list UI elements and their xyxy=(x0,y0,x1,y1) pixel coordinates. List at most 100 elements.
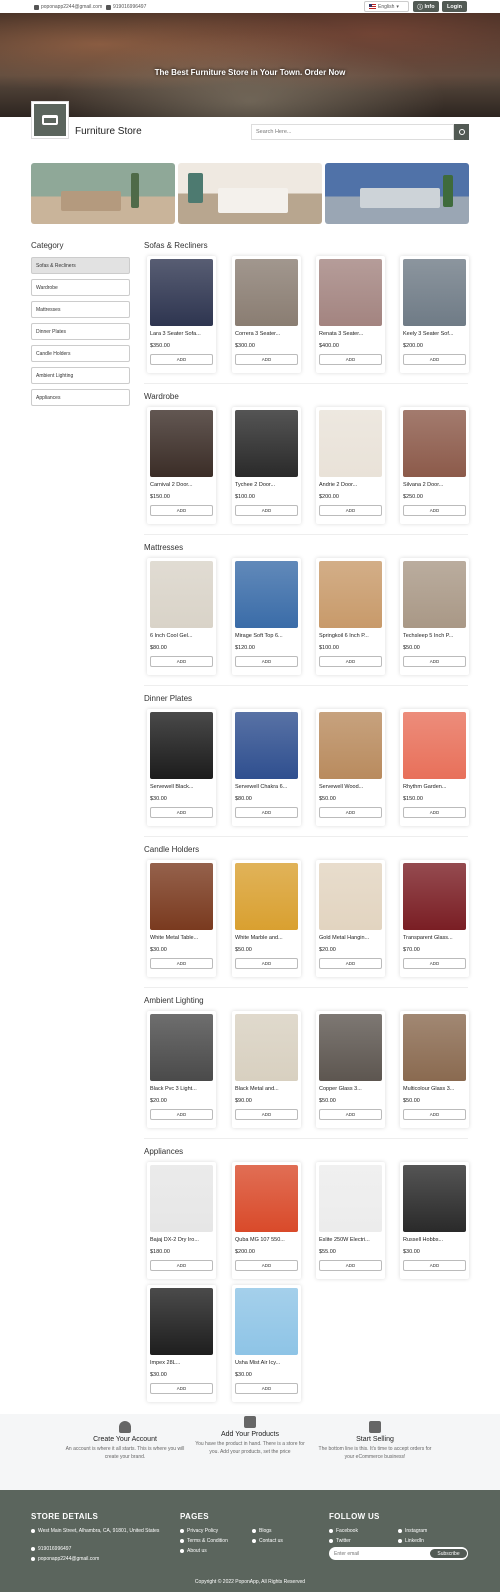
product-image[interactable] xyxy=(403,259,466,326)
product-name[interactable]: White Marble and... xyxy=(235,935,299,941)
product-card[interactable]: Eslite 250W Electri... $55.00 ADD xyxy=(316,1162,385,1279)
add-to-cart-button[interactable]: ADD xyxy=(150,656,213,667)
footer-link-privacy[interactable]: Privacy Policy xyxy=(180,1528,218,1534)
product-name[interactable]: Springkoil 6 Inch P... xyxy=(319,633,383,639)
product-name[interactable]: Eslite 250W Electri... xyxy=(319,1237,383,1243)
info-button[interactable]: ⓘ Info xyxy=(413,1,439,12)
sidebar-item-dinner-plates[interactable]: Dinner Plates xyxy=(31,323,130,340)
add-to-cart-button[interactable]: ADD xyxy=(403,354,466,365)
facebook-link[interactable]: Facebook xyxy=(329,1528,358,1534)
product-card[interactable]: Mirage Soft Top 6... $120.00 ADD xyxy=(232,558,301,675)
product-card[interactable]: Carnival 2 Door... $150.00 ADD xyxy=(147,407,216,524)
product-image[interactable] xyxy=(235,1288,298,1355)
product-image[interactable] xyxy=(403,1165,466,1232)
search-input[interactable]: Search Here... xyxy=(251,124,454,140)
login-button[interactable]: Login xyxy=(442,1,467,12)
product-card[interactable]: White Metal Table... $30.00 ADD xyxy=(147,860,216,977)
add-to-cart-button[interactable]: ADD xyxy=(150,1109,213,1120)
product-image[interactable] xyxy=(403,410,466,477)
product-name[interactable]: Transparent Glass... xyxy=(403,935,467,941)
promo-banner-2[interactable] xyxy=(178,163,322,224)
product-image[interactable] xyxy=(403,561,466,628)
sidebar-item-sofas-recliners[interactable]: Sofas & Recliners xyxy=(31,257,130,274)
product-card[interactable]: Tychee 2 Door... $100.00 ADD xyxy=(232,407,301,524)
product-image[interactable] xyxy=(150,1014,213,1081)
product-image[interactable] xyxy=(150,1288,213,1355)
product-card[interactable]: Andrie 2 Door... $200.00 ADD xyxy=(316,407,385,524)
footer-phone[interactable]: 919016996497 xyxy=(31,1546,71,1552)
linkedin-link[interactable]: LinkedIn xyxy=(398,1538,424,1544)
product-name[interactable]: Mirage Soft Top 6... xyxy=(235,633,299,639)
search-button[interactable] xyxy=(454,124,469,140)
product-card[interactable]: Techsleep 5 Inch P... $50.00 ADD xyxy=(400,558,469,675)
product-image[interactable] xyxy=(235,712,298,779)
product-card[interactable]: 6 Inch Cool Gel... $80.00 ADD xyxy=(147,558,216,675)
sidebar-item-candle-holders[interactable]: Candle Holders xyxy=(31,345,130,362)
product-name[interactable]: Black Pvc 3 Light... xyxy=(150,1086,214,1092)
product-card[interactable]: Servewell Chakra 6... $80.00 ADD xyxy=(232,709,301,826)
product-image[interactable] xyxy=(235,1014,298,1081)
add-to-cart-button[interactable]: ADD xyxy=(235,656,298,667)
product-image[interactable] xyxy=(150,712,213,779)
footer-link-terms[interactable]: Terms & Condition xyxy=(180,1538,228,1544)
product-card[interactable]: Copper Glass 3... $50.00 ADD xyxy=(316,1011,385,1128)
store-logo[interactable] xyxy=(31,101,69,139)
product-image[interactable] xyxy=(319,712,382,779)
product-name[interactable]: Techsleep 5 Inch P... xyxy=(403,633,467,639)
product-card[interactable]: Keely 3 Seater Sof... $200.00 ADD xyxy=(400,256,469,373)
add-to-cart-button[interactable]: ADD xyxy=(235,505,298,516)
footer-link-contact[interactable]: Contact us xyxy=(252,1538,283,1544)
product-name[interactable]: White Metal Table... xyxy=(150,935,214,941)
product-image[interactable] xyxy=(319,410,382,477)
add-to-cart-button[interactable]: ADD xyxy=(235,1109,298,1120)
promo-banner-1[interactable] xyxy=(31,163,175,224)
twitter-link[interactable]: Twitter xyxy=(329,1538,351,1544)
contact-email[interactable]: poponapp2244@gmail.com xyxy=(34,4,102,10)
sidebar-item-ambient-lighting[interactable]: Ambient Lighting xyxy=(31,367,130,384)
add-to-cart-button[interactable]: ADD xyxy=(235,958,298,969)
product-name[interactable]: Gold Metal Hangin... xyxy=(319,935,383,941)
product-name[interactable]: Quba MG 107 550... xyxy=(235,1237,299,1243)
instagram-link[interactable]: Instagram xyxy=(398,1528,427,1534)
product-name[interactable]: Russell Hobbs... xyxy=(403,1237,467,1243)
add-to-cart-button[interactable]: ADD xyxy=(319,807,382,818)
footer-link-about[interactable]: About us xyxy=(180,1548,207,1554)
add-to-cart-button[interactable]: ADD xyxy=(319,1260,382,1271)
product-card[interactable]: Black Metal and... $90.00 ADD xyxy=(232,1011,301,1128)
add-to-cart-button[interactable]: ADD xyxy=(319,656,382,667)
product-name[interactable]: Correra 3 Seater... xyxy=(235,331,299,337)
product-image[interactable] xyxy=(403,712,466,779)
product-card[interactable]: Servewell Black... $30.00 ADD xyxy=(147,709,216,826)
product-card[interactable]: Quba MG 107 550... $200.00 ADD xyxy=(232,1162,301,1279)
add-to-cart-button[interactable]: ADD xyxy=(319,1109,382,1120)
add-to-cart-button[interactable]: ADD xyxy=(403,505,466,516)
product-image[interactable] xyxy=(235,1165,298,1232)
footer-email[interactable]: poponapp2244@gmail.com xyxy=(31,1556,99,1562)
product-name[interactable]: Renata 3 Seater... xyxy=(319,331,383,337)
add-to-cart-button[interactable]: ADD xyxy=(403,1260,466,1271)
product-image[interactable] xyxy=(403,863,466,930)
product-image[interactable] xyxy=(319,863,382,930)
product-card[interactable]: Bajaj DX-2 Dry Iro... $180.00 ADD xyxy=(147,1162,216,1279)
sidebar-item-mattresses[interactable]: Mattresses xyxy=(31,301,130,318)
add-to-cart-button[interactable]: ADD xyxy=(403,958,466,969)
product-image[interactable] xyxy=(403,1014,466,1081)
add-to-cart-button[interactable]: ADD xyxy=(150,1260,213,1271)
product-image[interactable] xyxy=(235,410,298,477)
add-to-cart-button[interactable]: ADD xyxy=(319,505,382,516)
contact-phone[interactable]: 919016996497 xyxy=(106,4,146,10)
product-image[interactable] xyxy=(235,863,298,930)
subscribe-button[interactable]: Subscribe xyxy=(430,1549,467,1558)
add-to-cart-button[interactable]: ADD xyxy=(235,354,298,365)
product-name[interactable]: Carnival 2 Door... xyxy=(150,482,214,488)
product-name[interactable]: Servewell Wood... xyxy=(319,784,383,790)
product-image[interactable] xyxy=(150,259,213,326)
product-image[interactable] xyxy=(319,1014,382,1081)
product-name[interactable]: Usha Mist Air Icy... xyxy=(235,1360,299,1366)
product-card[interactable]: Usha Mist Air Icy... $30.00 ADD xyxy=(232,1285,301,1402)
add-to-cart-button[interactable]: ADD xyxy=(150,505,213,516)
product-name[interactable]: Keely 3 Seater Sof... xyxy=(403,331,467,337)
product-card[interactable]: Multicolour Glass 3... $50.00 ADD xyxy=(400,1011,469,1128)
product-image[interactable] xyxy=(150,561,213,628)
product-card[interactable]: Servewell Wood... $50.00 ADD xyxy=(316,709,385,826)
